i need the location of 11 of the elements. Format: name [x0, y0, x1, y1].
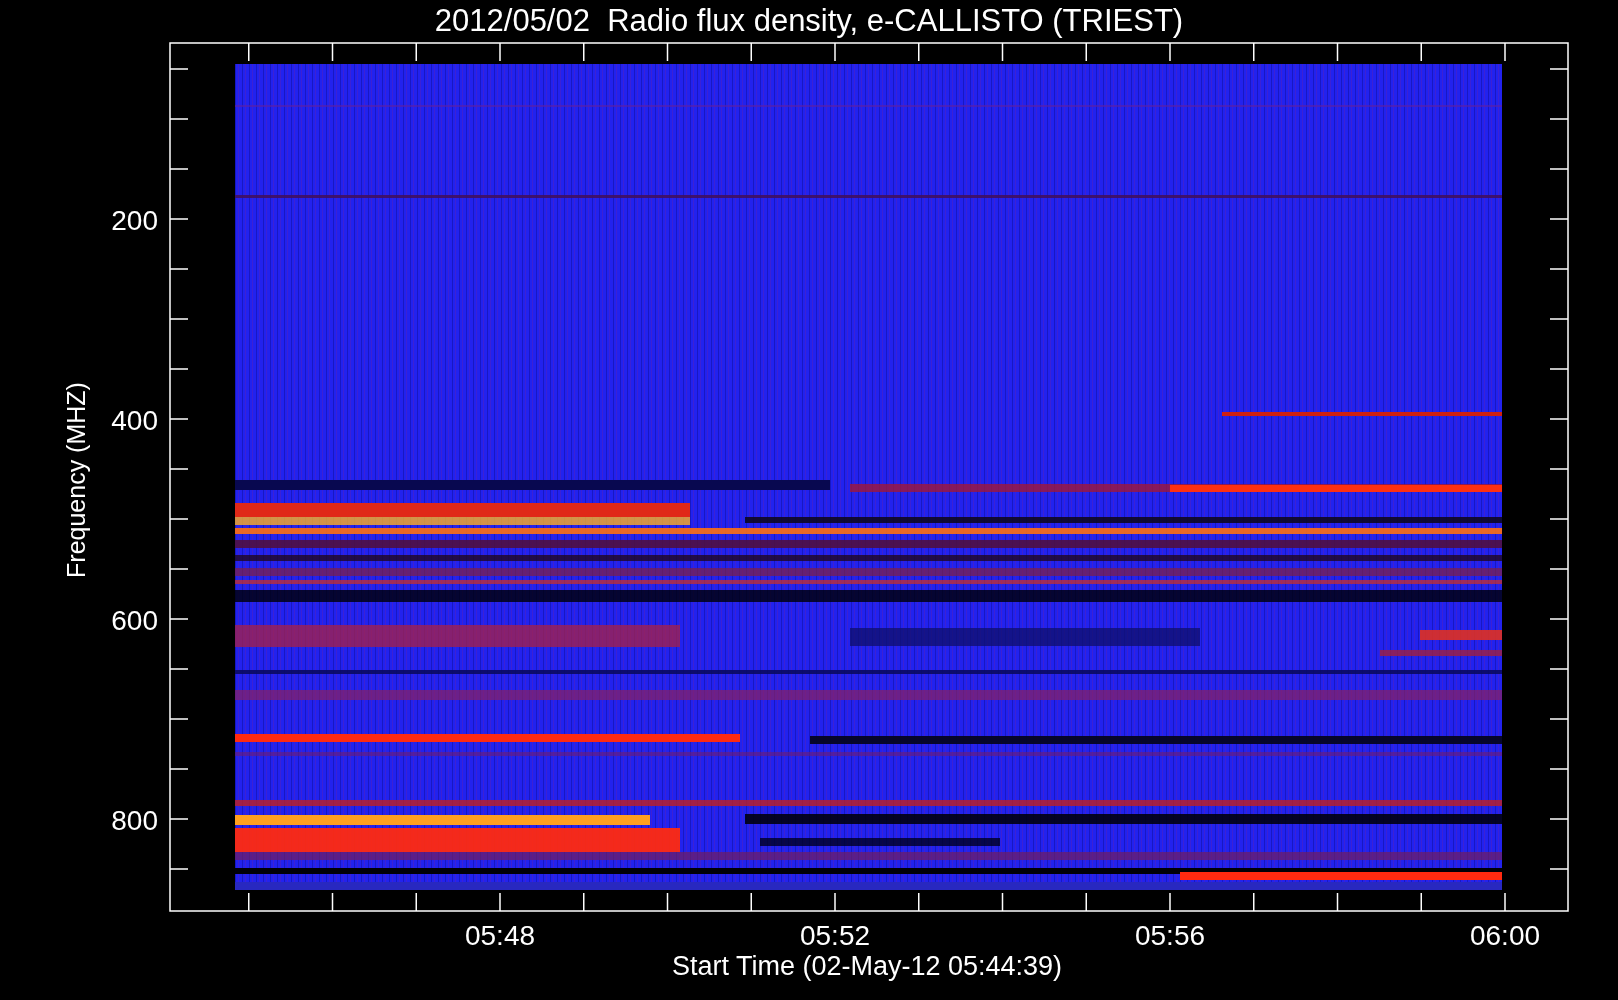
y-tick-label: 600 — [111, 605, 158, 636]
x-tick-label: 06:00 — [1469, 920, 1541, 951]
x-tick-label: 05:48 — [464, 920, 536, 951]
x-tick-label: 05:56 — [1134, 920, 1206, 951]
y-tick-label: 400 — [111, 405, 158, 436]
x-axis-label: Start Time (02-May-12 05:44:39) — [671, 951, 1063, 981]
y-tick-label: 200 — [111, 205, 158, 236]
y-tick-label: 800 — [111, 805, 158, 836]
x-tick-label: 05:52 — [799, 920, 871, 951]
chart-title: 2012/05/02 Radio flux density, e-CALLISTO (TRIEST) — [434, 3, 1184, 38]
y-axis-label: Frequency (MHZ) — [62, 382, 90, 578]
